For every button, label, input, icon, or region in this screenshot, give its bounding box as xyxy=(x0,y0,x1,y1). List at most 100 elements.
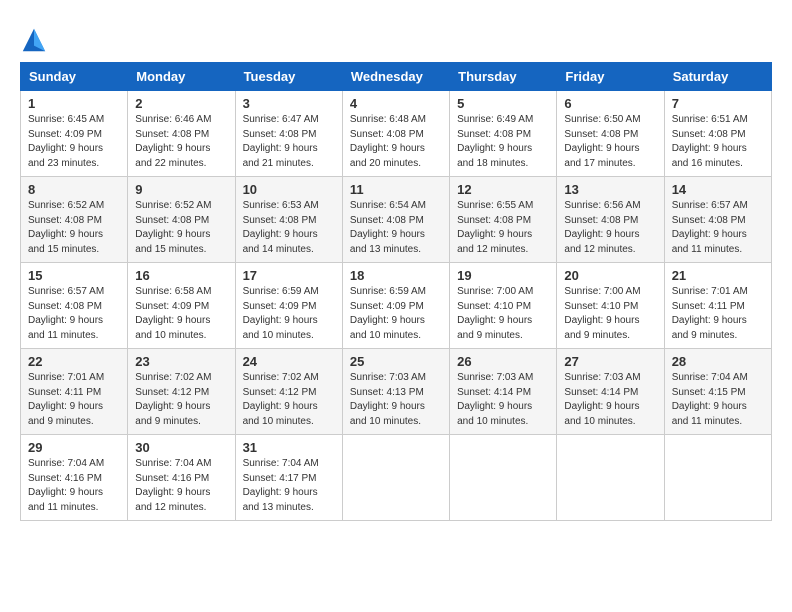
day-info: Sunrise: 6:57 AM Sunset: 4:08 PM Dayligh… xyxy=(28,285,120,343)
calendar-cell: 28 Sunrise: 7:04 AM Sunset: 4:15 PM Dayl… xyxy=(664,349,771,435)
day-number: 6 xyxy=(564,96,656,111)
day-info: Sunrise: 6:57 AM Sunset: 4:08 PM Dayligh… xyxy=(672,199,764,257)
day-info: Sunrise: 6:59 AM Sunset: 4:09 PM Dayligh… xyxy=(350,285,442,343)
calendar-table: SundayMondayTuesdayWednesdayThursdayFrid… xyxy=(20,62,772,521)
calendar-cell xyxy=(664,435,771,521)
day-info: Sunrise: 6:56 AM Sunset: 4:08 PM Dayligh… xyxy=(564,199,656,257)
day-info: Sunrise: 6:58 AM Sunset: 4:09 PM Dayligh… xyxy=(135,285,227,343)
calendar-cell: 1 Sunrise: 6:45 AM Sunset: 4:09 PM Dayli… xyxy=(21,91,128,177)
day-info: Sunrise: 7:01 AM Sunset: 4:11 PM Dayligh… xyxy=(28,371,120,429)
day-number: 29 xyxy=(28,440,120,455)
day-number: 26 xyxy=(457,354,549,369)
day-info: Sunrise: 6:55 AM Sunset: 4:08 PM Dayligh… xyxy=(457,199,549,257)
calendar-cell: 6 Sunrise: 6:50 AM Sunset: 4:08 PM Dayli… xyxy=(557,91,664,177)
day-number: 19 xyxy=(457,268,549,283)
day-number: 7 xyxy=(672,96,764,111)
day-number: 5 xyxy=(457,96,549,111)
day-number: 4 xyxy=(350,96,442,111)
calendar-cell xyxy=(557,435,664,521)
calendar-cell: 17 Sunrise: 6:59 AM Sunset: 4:09 PM Dayl… xyxy=(235,263,342,349)
day-number: 24 xyxy=(243,354,335,369)
calendar-cell: 20 Sunrise: 7:00 AM Sunset: 4:10 PM Dayl… xyxy=(557,263,664,349)
day-number: 13 xyxy=(564,182,656,197)
calendar-cell: 29 Sunrise: 7:04 AM Sunset: 4:16 PM Dayl… xyxy=(21,435,128,521)
day-info: Sunrise: 6:50 AM Sunset: 4:08 PM Dayligh… xyxy=(564,113,656,171)
day-number: 30 xyxy=(135,440,227,455)
day-info: Sunrise: 7:04 AM Sunset: 4:16 PM Dayligh… xyxy=(28,457,120,515)
weekday-header: Friday xyxy=(557,63,664,91)
calendar-cell: 19 Sunrise: 7:00 AM Sunset: 4:10 PM Dayl… xyxy=(450,263,557,349)
day-info: Sunrise: 6:51 AM Sunset: 4:08 PM Dayligh… xyxy=(672,113,764,171)
calendar-week-row: 22 Sunrise: 7:01 AM Sunset: 4:11 PM Dayl… xyxy=(21,349,772,435)
calendar-cell: 21 Sunrise: 7:01 AM Sunset: 4:11 PM Dayl… xyxy=(664,263,771,349)
day-info: Sunrise: 7:04 AM Sunset: 4:17 PM Dayligh… xyxy=(243,457,335,515)
day-number: 25 xyxy=(350,354,442,369)
day-info: Sunrise: 7:00 AM Sunset: 4:10 PM Dayligh… xyxy=(457,285,549,343)
calendar-week-row: 8 Sunrise: 6:52 AM Sunset: 4:08 PM Dayli… xyxy=(21,177,772,263)
day-info: Sunrise: 7:01 AM Sunset: 4:11 PM Dayligh… xyxy=(672,285,764,343)
day-number: 15 xyxy=(28,268,120,283)
day-info: Sunrise: 7:00 AM Sunset: 4:10 PM Dayligh… xyxy=(564,285,656,343)
day-info: Sunrise: 7:02 AM Sunset: 4:12 PM Dayligh… xyxy=(135,371,227,429)
calendar-week-row: 1 Sunrise: 6:45 AM Sunset: 4:09 PM Dayli… xyxy=(21,91,772,177)
weekday-header: Sunday xyxy=(21,63,128,91)
day-number: 14 xyxy=(672,182,764,197)
day-info: Sunrise: 6:52 AM Sunset: 4:08 PM Dayligh… xyxy=(28,199,120,257)
day-info: Sunrise: 7:03 AM Sunset: 4:14 PM Dayligh… xyxy=(457,371,549,429)
day-number: 21 xyxy=(672,268,764,283)
day-number: 28 xyxy=(672,354,764,369)
day-info: Sunrise: 6:46 AM Sunset: 4:08 PM Dayligh… xyxy=(135,113,227,171)
day-number: 1 xyxy=(28,96,120,111)
day-number: 18 xyxy=(350,268,442,283)
day-info: Sunrise: 6:45 AM Sunset: 4:09 PM Dayligh… xyxy=(28,113,120,171)
day-number: 9 xyxy=(135,182,227,197)
day-info: Sunrise: 6:47 AM Sunset: 4:08 PM Dayligh… xyxy=(243,113,335,171)
weekday-header: Saturday xyxy=(664,63,771,91)
calendar-cell: 31 Sunrise: 7:04 AM Sunset: 4:17 PM Dayl… xyxy=(235,435,342,521)
weekday-header: Thursday xyxy=(450,63,557,91)
calendar-cell: 2 Sunrise: 6:46 AM Sunset: 4:08 PM Dayli… xyxy=(128,91,235,177)
day-number: 27 xyxy=(564,354,656,369)
calendar-cell: 30 Sunrise: 7:04 AM Sunset: 4:16 PM Dayl… xyxy=(128,435,235,521)
day-number: 8 xyxy=(28,182,120,197)
day-number: 20 xyxy=(564,268,656,283)
day-number: 11 xyxy=(350,182,442,197)
day-info: Sunrise: 6:54 AM Sunset: 4:08 PM Dayligh… xyxy=(350,199,442,257)
day-info: Sunrise: 7:02 AM Sunset: 4:12 PM Dayligh… xyxy=(243,371,335,429)
calendar-cell: 26 Sunrise: 7:03 AM Sunset: 4:14 PM Dayl… xyxy=(450,349,557,435)
day-info: Sunrise: 6:49 AM Sunset: 4:08 PM Dayligh… xyxy=(457,113,549,171)
day-info: Sunrise: 7:03 AM Sunset: 4:14 PM Dayligh… xyxy=(564,371,656,429)
day-info: Sunrise: 6:48 AM Sunset: 4:08 PM Dayligh… xyxy=(350,113,442,171)
calendar-cell: 10 Sunrise: 6:53 AM Sunset: 4:08 PM Dayl… xyxy=(235,177,342,263)
calendar-cell: 18 Sunrise: 6:59 AM Sunset: 4:09 PM Dayl… xyxy=(342,263,449,349)
calendar-cell: 12 Sunrise: 6:55 AM Sunset: 4:08 PM Dayl… xyxy=(450,177,557,263)
calendar-cell: 11 Sunrise: 6:54 AM Sunset: 4:08 PM Dayl… xyxy=(342,177,449,263)
day-info: Sunrise: 7:04 AM Sunset: 4:15 PM Dayligh… xyxy=(672,371,764,429)
calendar-cell: 3 Sunrise: 6:47 AM Sunset: 4:08 PM Dayli… xyxy=(235,91,342,177)
calendar-cell: 16 Sunrise: 6:58 AM Sunset: 4:09 PM Dayl… xyxy=(128,263,235,349)
day-info: Sunrise: 6:52 AM Sunset: 4:08 PM Dayligh… xyxy=(135,199,227,257)
calendar-cell: 7 Sunrise: 6:51 AM Sunset: 4:08 PM Dayli… xyxy=(664,91,771,177)
calendar-cell: 24 Sunrise: 7:02 AM Sunset: 4:12 PM Dayl… xyxy=(235,349,342,435)
calendar-cell: 23 Sunrise: 7:02 AM Sunset: 4:12 PM Dayl… xyxy=(128,349,235,435)
day-number: 17 xyxy=(243,268,335,283)
day-number: 23 xyxy=(135,354,227,369)
calendar-week-row: 15 Sunrise: 6:57 AM Sunset: 4:08 PM Dayl… xyxy=(21,263,772,349)
day-number: 31 xyxy=(243,440,335,455)
logo-icon xyxy=(20,26,48,54)
calendar-cell: 22 Sunrise: 7:01 AM Sunset: 4:11 PM Dayl… xyxy=(21,349,128,435)
weekday-header: Monday xyxy=(128,63,235,91)
calendar-header-row: SundayMondayTuesdayWednesdayThursdayFrid… xyxy=(21,63,772,91)
calendar-cell: 25 Sunrise: 7:03 AM Sunset: 4:13 PM Dayl… xyxy=(342,349,449,435)
day-number: 10 xyxy=(243,182,335,197)
weekday-header: Tuesday xyxy=(235,63,342,91)
day-info: Sunrise: 6:59 AM Sunset: 4:09 PM Dayligh… xyxy=(243,285,335,343)
day-number: 2 xyxy=(135,96,227,111)
day-number: 12 xyxy=(457,182,549,197)
calendar-cell: 15 Sunrise: 6:57 AM Sunset: 4:08 PM Dayl… xyxy=(21,263,128,349)
calendar-cell xyxy=(342,435,449,521)
day-info: Sunrise: 7:03 AM Sunset: 4:13 PM Dayligh… xyxy=(350,371,442,429)
day-info: Sunrise: 7:04 AM Sunset: 4:16 PM Dayligh… xyxy=(135,457,227,515)
day-number: 3 xyxy=(243,96,335,111)
calendar-cell: 5 Sunrise: 6:49 AM Sunset: 4:08 PM Dayli… xyxy=(450,91,557,177)
